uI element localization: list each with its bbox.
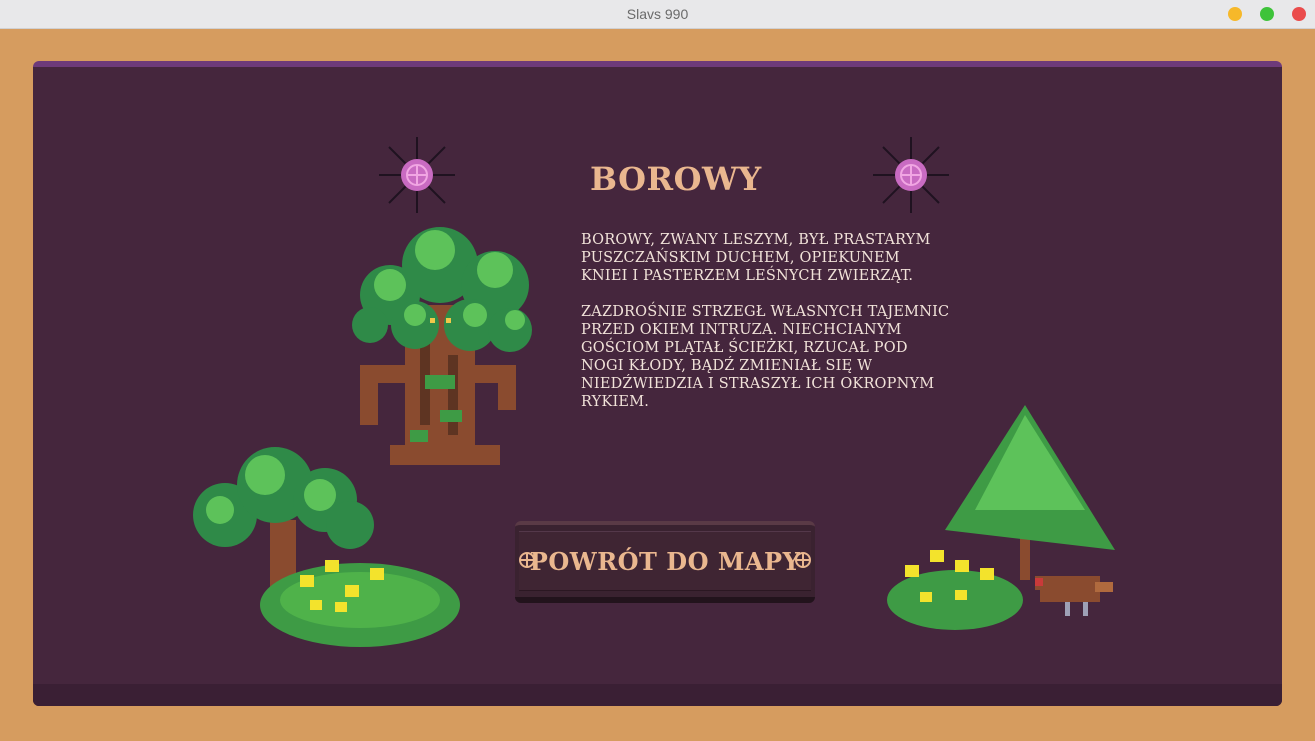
pink-sun-ornament-icon: [379, 137, 455, 213]
back-to-map-button[interactable]: POWRÓT DO MAPY: [515, 521, 815, 603]
window-title: Slavs 990: [626, 6, 689, 22]
minimize-button[interactable]: [1228, 7, 1242, 21]
back-button-label: POWRÓT DO MAPY: [529, 547, 801, 576]
pink-sun-ornament-icon: [873, 137, 949, 213]
panel-bottom-edge: [33, 684, 1282, 706]
maximize-button[interactable]: [1260, 7, 1274, 21]
description-paragraph: Zazdrośnie strzegł własnych tajemnic prz…: [581, 304, 950, 410]
window-titlebar: Slavs 990: [0, 0, 1315, 29]
oak-tree-bush: [193, 447, 460, 647]
star-icon: [795, 552, 811, 568]
close-button[interactable]: [1292, 7, 1306, 21]
spruce-flowers-boar: [887, 405, 1115, 630]
page-title: BOROWY: [590, 160, 762, 198]
borowy-tree-spirit: [352, 227, 532, 465]
description-paragraph: Borowy, zwany Leszym, był prastarym pusz…: [581, 232, 931, 284]
